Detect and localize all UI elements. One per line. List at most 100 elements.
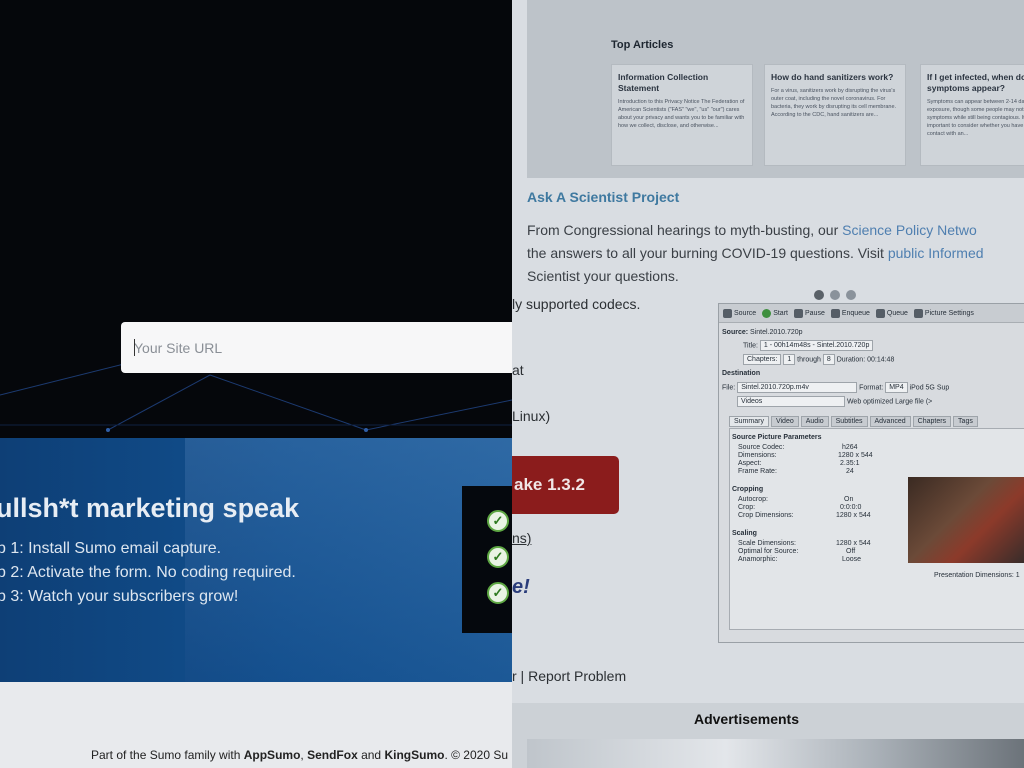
hb-value: 24	[846, 468, 854, 475]
copyright-text: . © 2020 Su	[444, 748, 509, 762]
checklist-panel: ✓ ✓ ✓	[462, 486, 512, 633]
hb-value: Sintel.2010.720p	[750, 329, 803, 336]
hb-label: Crop Dimensions:	[738, 512, 794, 519]
hb-label: Crop:	[738, 504, 756, 511]
hb-chapters-row: Chapters: 1 through 8 Duration: 00:14:48	[743, 354, 894, 365]
slide-text: the answers to all your burning COVID-19…	[527, 245, 888, 261]
article-card-title[interactable]: How do hand sanitizers work?	[771, 72, 899, 83]
hb-label: Dimensions:	[738, 452, 777, 459]
hb-label: iPod 5G Sup	[909, 384, 950, 392]
download-button[interactable]: ake 1.3.2	[512, 456, 619, 514]
hb-tab: Video	[770, 416, 799, 427]
hb-tabs: Summary Video Audio Subtitles Advanced C…	[729, 416, 978, 427]
article-card[interactable]: If I get infected, when do symptoms appe…	[920, 64, 1024, 166]
footer-links[interactable]: r | Report Problem	[512, 668, 626, 684]
hb-source-row: Source: Sintel.2010.720p	[722, 329, 803, 336]
tagline-fragment: e!	[512, 576, 530, 598]
hb-value: Off	[846, 548, 856, 555]
hb-folder-row: Videos Web optimized Large file (>	[737, 396, 932, 407]
hb-toolbar-label: Pause	[804, 309, 825, 317]
hb-tab: Advanced	[869, 416, 911, 427]
hb-tab: Chapters	[912, 416, 952, 427]
footer-text: Part of the Sumo family with	[91, 748, 244, 762]
hb-section-heading: Cropping	[732, 486, 764, 493]
hb-value: 00:14:48	[867, 356, 895, 364]
sumo-family-text: Part of the Sumo family with AppSumo, Se…	[91, 748, 508, 762]
hb-label: Anamorphic:	[738, 556, 778, 563]
background-website: Top Articles Information Collection Stat…	[512, 0, 1024, 768]
codecs-text: ly supported codecs.	[512, 296, 641, 312]
hb-toolbar-label: Queue	[886, 309, 908, 317]
top-articles-section: Top Articles Information Collection Stat…	[527, 0, 1024, 178]
article-card-excerpt: Introduction to this Privacy Notice The …	[618, 99, 745, 129]
ads-section: Advertisements	[512, 703, 1024, 768]
top-articles-heading: Top Articles	[611, 39, 674, 51]
slide-link[interactable]: Science Policy Netwo	[842, 222, 977, 238]
hb-chapter-from: 1	[783, 354, 796, 365]
footer-text: and	[357, 748, 385, 762]
hb-value: 0:0:0:0	[840, 504, 862, 511]
hb-label: Source Codec:	[738, 444, 785, 451]
carousel-dot[interactable]	[814, 290, 824, 300]
hb-label: through	[797, 356, 821, 364]
queue-icon	[875, 308, 885, 318]
features-headline: ullsh*t marketing speak	[0, 493, 300, 523]
sendfox-link[interactable]: SendFox	[307, 748, 358, 762]
article-card-title[interactable]: If I get infected, when do symptoms appe…	[927, 72, 1024, 94]
carousel-slide-title[interactable]: Ask A Scientist Project	[527, 189, 1024, 205]
hb-file-row: File: Sintel.2010.720p.m4v Format: MP4 i…	[722, 382, 949, 393]
hb-section-heading: Source Picture Parameters	[732, 434, 822, 441]
hb-param: Source Codec:	[738, 444, 784, 451]
step-item: p 1: Install Sumo email capture.	[0, 540, 222, 557]
hb-label: Web optimized	[846, 398, 894, 406]
enqueue-icon	[830, 308, 840, 318]
hb-summary-panel: Source Picture Parameters Source Codec: …	[729, 428, 1024, 630]
hb-label: Large file (>	[895, 398, 933, 406]
site-url-input[interactable]	[121, 322, 512, 373]
checkmark-icon: ✓	[487, 582, 509, 604]
appsumo-link[interactable]: AppSumo	[244, 748, 301, 762]
hb-presentation-dims: Presentation Dimensions: 1	[934, 572, 1020, 579]
hb-tab: Tags	[953, 416, 978, 427]
hb-value: 2.35:1	[840, 460, 860, 467]
checkmark-icon: ✓	[487, 510, 509, 532]
article-card-title[interactable]: Information Collection Statement	[618, 72, 746, 94]
hb-toolbar-label: Enqueue	[841, 309, 870, 317]
sumo-overlay: ullsh*t marketing speak p 1: Install Sum…	[0, 0, 512, 768]
article-card[interactable]: How do hand sanitizers work? For a virus…	[764, 64, 906, 166]
hb-value: 1280 x 544	[838, 452, 873, 459]
slide-link[interactable]: public Informed	[888, 245, 984, 261]
step-item: p 2: Activate the form. No coding requir…	[0, 564, 296, 581]
carousel-dot[interactable]	[830, 290, 840, 300]
ads-label: Advertisements	[693, 711, 800, 727]
kingsumo-link[interactable]: KingSumo	[384, 748, 444, 762]
features-band: ullsh*t marketing speak p 1: Install Sum…	[0, 438, 512, 682]
hb-label: Autocrop:	[738, 496, 768, 503]
source-icon	[723, 308, 732, 318]
hb-value: h264	[842, 444, 858, 451]
checkmark-icon: ✓	[487, 546, 509, 568]
carousel-dot[interactable]	[846, 290, 856, 300]
hb-value: Loose	[842, 556, 862, 563]
slide-text: Scientist your questions.	[527, 268, 679, 284]
picture-settings-icon	[913, 308, 923, 318]
hb-folder-select: Videos	[737, 396, 845, 407]
versions-link[interactable]: ns)	[512, 530, 531, 546]
pause-icon	[793, 308, 803, 318]
hb-label: Duration:	[836, 356, 866, 364]
article-card[interactable]: Information Collection Statement Introdu…	[611, 64, 753, 166]
video-preview-image	[908, 477, 1024, 563]
hb-value: On	[844, 496, 854, 503]
start-icon	[762, 308, 772, 318]
hb-toolbar-label: Source	[734, 309, 757, 317]
platform-text: Linux)	[512, 408, 551, 424]
hb-file-field: Sintel.2010.720p.m4v	[737, 382, 858, 393]
sumo-footer: Part of the Sumo family with AppSumo, Se…	[0, 682, 512, 768]
hb-toolbar-label: Start	[773, 309, 788, 317]
article-card-excerpt: For a virus, sanitizers work by disrupti…	[771, 88, 897, 118]
ad-banner-image[interactable]	[527, 739, 1024, 768]
hb-toolbar-label: Picture Settings	[924, 309, 974, 317]
hb-format-select: MP4	[885, 382, 908, 393]
hb-label: Title:	[743, 342, 758, 350]
slide-text: From Congressional hearings to myth-bust…	[527, 222, 843, 238]
